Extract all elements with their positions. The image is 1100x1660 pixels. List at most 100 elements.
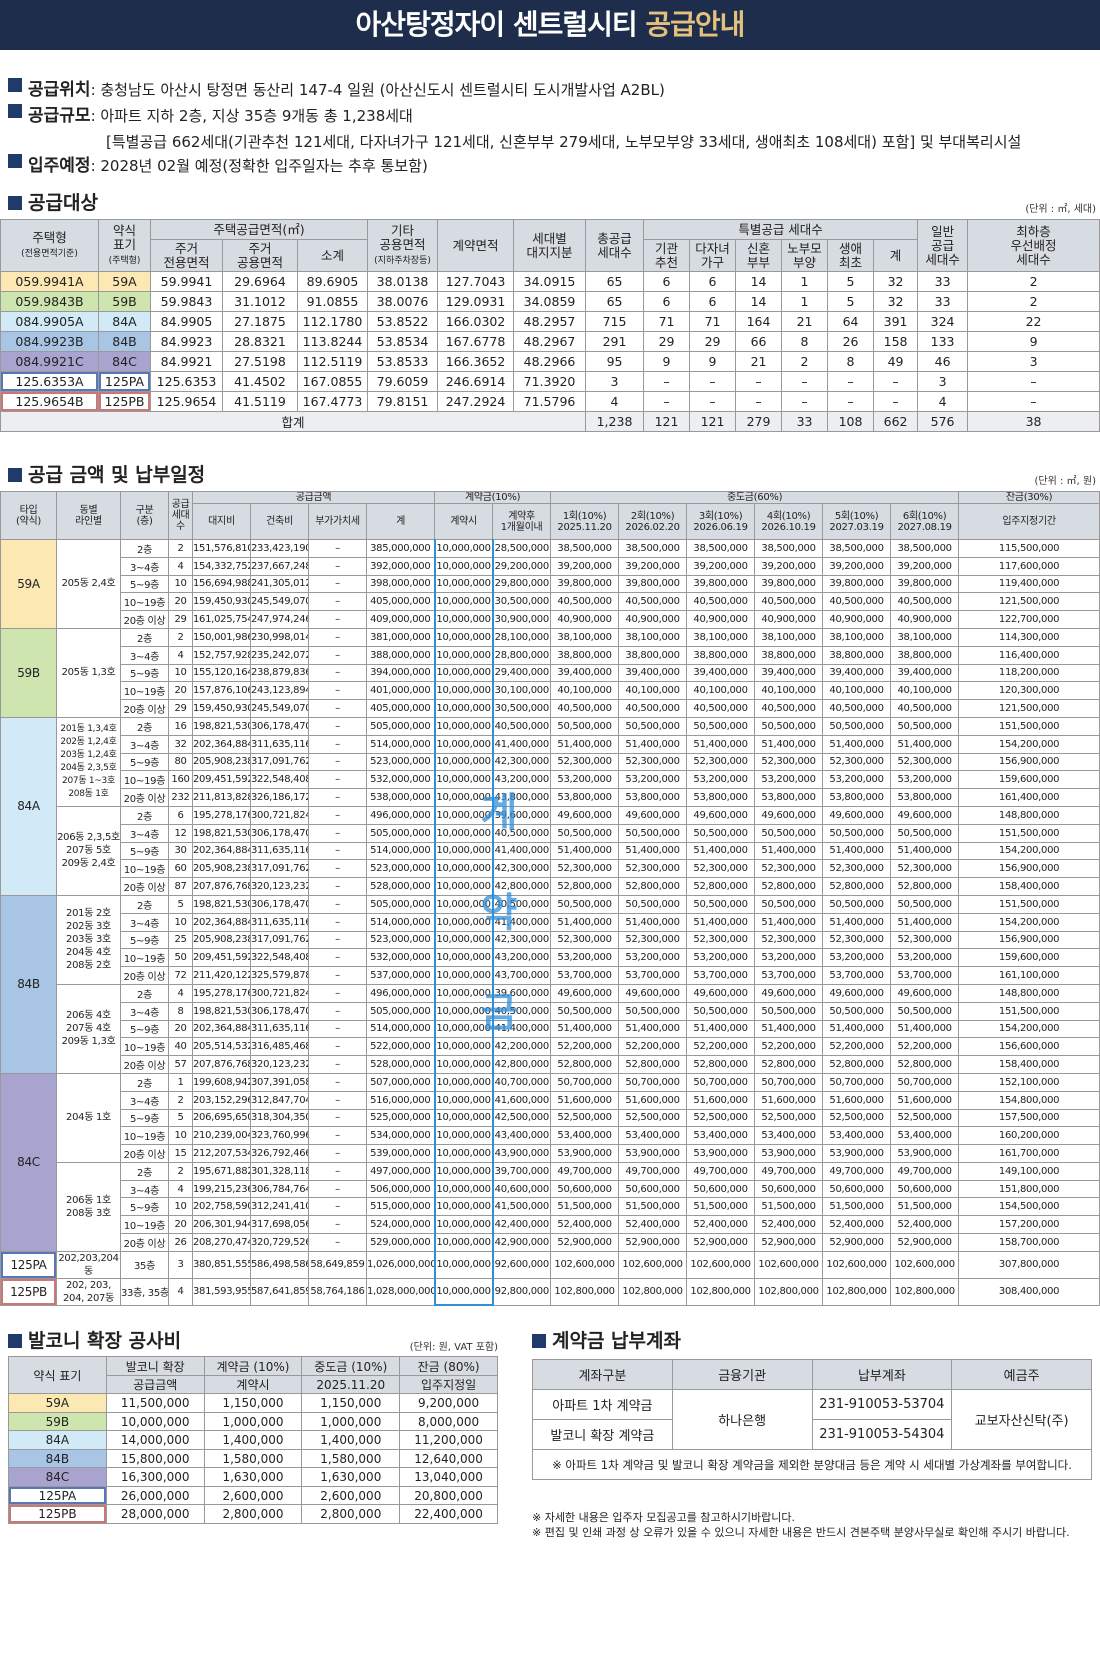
- table-cell: 51,500,000: [822, 1197, 892, 1217]
- table-cell: 49,600,000: [618, 983, 688, 1003]
- table-cell: 322,548,408: [250, 770, 309, 790]
- table-cell: 14: [735, 291, 783, 312]
- table-cell: 198,821,530: [192, 823, 251, 843]
- supply-info: 공급위치 : 충청남도 아산시 탕정면 동산리 147-4 일원 (아산신도시 …: [0, 50, 1100, 178]
- table-cell: 2: [168, 1090, 193, 1110]
- table-row: 5~9층 80 205,908,238 317,091,762–523,000,000…: [1, 752, 1100, 772]
- table-cell: 48.2966: [513, 351, 587, 372]
- table-cell: –: [308, 663, 367, 683]
- table-cell: 49,600,000: [550, 983, 620, 1003]
- table-cell: –: [308, 627, 367, 647]
- table-cell: 52,800,000: [550, 1055, 620, 1074]
- housing-type: 084.9921C: [0, 351, 99, 372]
- table-cell: 53,200,000: [618, 770, 688, 790]
- table-cell: 587,641,859: [250, 1277, 309, 1306]
- table-cell: –: [689, 371, 737, 392]
- table-cell: 51,500,000: [754, 1197, 824, 1217]
- col-header: 소계: [296, 239, 369, 272]
- table-cell: 32: [168, 734, 193, 754]
- table-cell: 10,000,000: [433, 699, 494, 718]
- table-cell: 10,000,000: [433, 1233, 494, 1252]
- table-cell: 6: [643, 291, 691, 312]
- table-cell: 53,200,000: [890, 770, 960, 790]
- dong-cell: 201동 1,3,4호 202동 1,2,4호 203동 1,2,4호 204동…: [56, 716, 121, 807]
- unit-label: (단위 : ㎡, 세대): [1025, 204, 1096, 215]
- table-cell: 53,400,000: [618, 1126, 688, 1146]
- table-cell: 52,300,000: [618, 752, 688, 772]
- table-cell: 38,800,000: [618, 645, 688, 665]
- table-cell: 2: [168, 627, 193, 647]
- table-cell: 53,200,000: [890, 948, 960, 968]
- table-cell: 102,600,000: [550, 1250, 620, 1279]
- table-cell: 10,000,000: [433, 574, 494, 594]
- table-cell: 41.5119: [222, 391, 298, 412]
- table-cell: 1,580,000: [301, 1448, 401, 1469]
- table-cell: 52,500,000: [686, 1108, 756, 1128]
- col-header: 공급금액: [191, 491, 436, 504]
- table-cell: 506,000,000: [365, 1179, 436, 1199]
- table-cell: 20층 이상: [120, 1233, 169, 1252]
- table-cell: 38,500,000: [754, 539, 824, 558]
- table-cell: 160: [168, 770, 193, 790]
- table-cell: 39,800,000: [550, 574, 620, 594]
- table-cell: 195,671,882: [192, 1161, 251, 1181]
- bullet-icon: [532, 1334, 546, 1349]
- table-cell: 51,500,000: [550, 1197, 620, 1217]
- table-cell: 2: [781, 351, 829, 372]
- table-cell: –: [308, 1072, 367, 1092]
- col-header: 노부모 부양: [781, 239, 829, 272]
- table-cell: 30,100,000: [492, 681, 552, 701]
- table-row: 20층 이상 232 211,813,828 326,186,172–538,000,…: [1, 788, 1100, 807]
- table-cell: 27.1875: [222, 311, 298, 332]
- housing-type: 084.9905A: [0, 311, 99, 332]
- table-cell: 52,800,000: [754, 877, 824, 896]
- table-cell: 40,100,000: [618, 681, 688, 701]
- table-cell: 4: [168, 645, 193, 665]
- table-cell: 6: [643, 271, 691, 292]
- table-cell: 50,500,000: [890, 716, 960, 736]
- table-cell: 50,500,000: [890, 823, 960, 843]
- table-cell: 514,000,000: [365, 1019, 436, 1039]
- table-cell: 50,700,000: [686, 1072, 756, 1092]
- table-cell: 2,800,000: [203, 1504, 303, 1524]
- table-cell: 52,800,000: [618, 1055, 688, 1074]
- table-cell: 20층 이상: [120, 1055, 169, 1074]
- table-cell: 154,500,000: [958, 1197, 1100, 1217]
- table-cell: 9: [689, 351, 737, 372]
- housing-type: 059.9941A: [0, 271, 99, 292]
- table-cell: 5~9층: [120, 1019, 169, 1039]
- table-cell: 38,800,000: [550, 645, 620, 665]
- table-cell: 10,000,000: [433, 1126, 494, 1146]
- table-cell: 50,600,000: [754, 1179, 824, 1199]
- col-header: 금융기관: [671, 1359, 813, 1391]
- table-cell: 52,300,000: [754, 859, 824, 879]
- table-cell: 1,630,000: [301, 1467, 401, 1487]
- table-cell: 1,238: [585, 411, 645, 432]
- table-cell: 324: [917, 311, 969, 332]
- table-cell: 300,721,824: [250, 805, 309, 825]
- info-location: 공급위치 : 충청남도 아산시 탕정면 동산리 147-4 일원 (아산신도시 …: [8, 78, 1100, 102]
- table-cell: 53.8522: [367, 311, 439, 332]
- table-cell: 102,800,000: [822, 1277, 892, 1306]
- table-cell: 2: [168, 1161, 193, 1181]
- table-cell: –: [308, 699, 367, 718]
- table-cell: 40,100,000: [754, 681, 824, 701]
- table-cell: 203,152,296: [192, 1090, 251, 1110]
- table-cell: 10,000,000: [433, 770, 494, 790]
- info-scale-detail: [특별공급 662세대(기관추천 121세대, 다자녀가구 121세대, 신혼부…: [106, 133, 1022, 151]
- table-cell: 245,549,070: [250, 699, 309, 718]
- col-header: 계약시: [434, 503, 494, 540]
- table-cell: 91.0855: [296, 291, 369, 312]
- table-cell: 53,400,000: [550, 1126, 620, 1146]
- table-cell: 10,000,000: [433, 1215, 494, 1235]
- table-cell: 39,400,000: [550, 663, 620, 683]
- table-cell: 311,635,116: [250, 912, 309, 932]
- table-row: 10~19층 40 205,514,532 316,485,468–522,000,0…: [1, 1037, 1100, 1057]
- info-movein: 입주예정 : 2028년 02월 예정(정확한 입주일자는 추후 통보함): [8, 154, 1100, 178]
- col-header: 일반 공급 세대수: [917, 219, 969, 272]
- table-cell: 51,400,000: [686, 912, 756, 932]
- table-cell: 1: [168, 1072, 193, 1092]
- table-cell: 50,500,000: [550, 1001, 620, 1021]
- table-cell: 48.2967: [513, 331, 587, 352]
- table-cell: 53,700,000: [754, 966, 824, 985]
